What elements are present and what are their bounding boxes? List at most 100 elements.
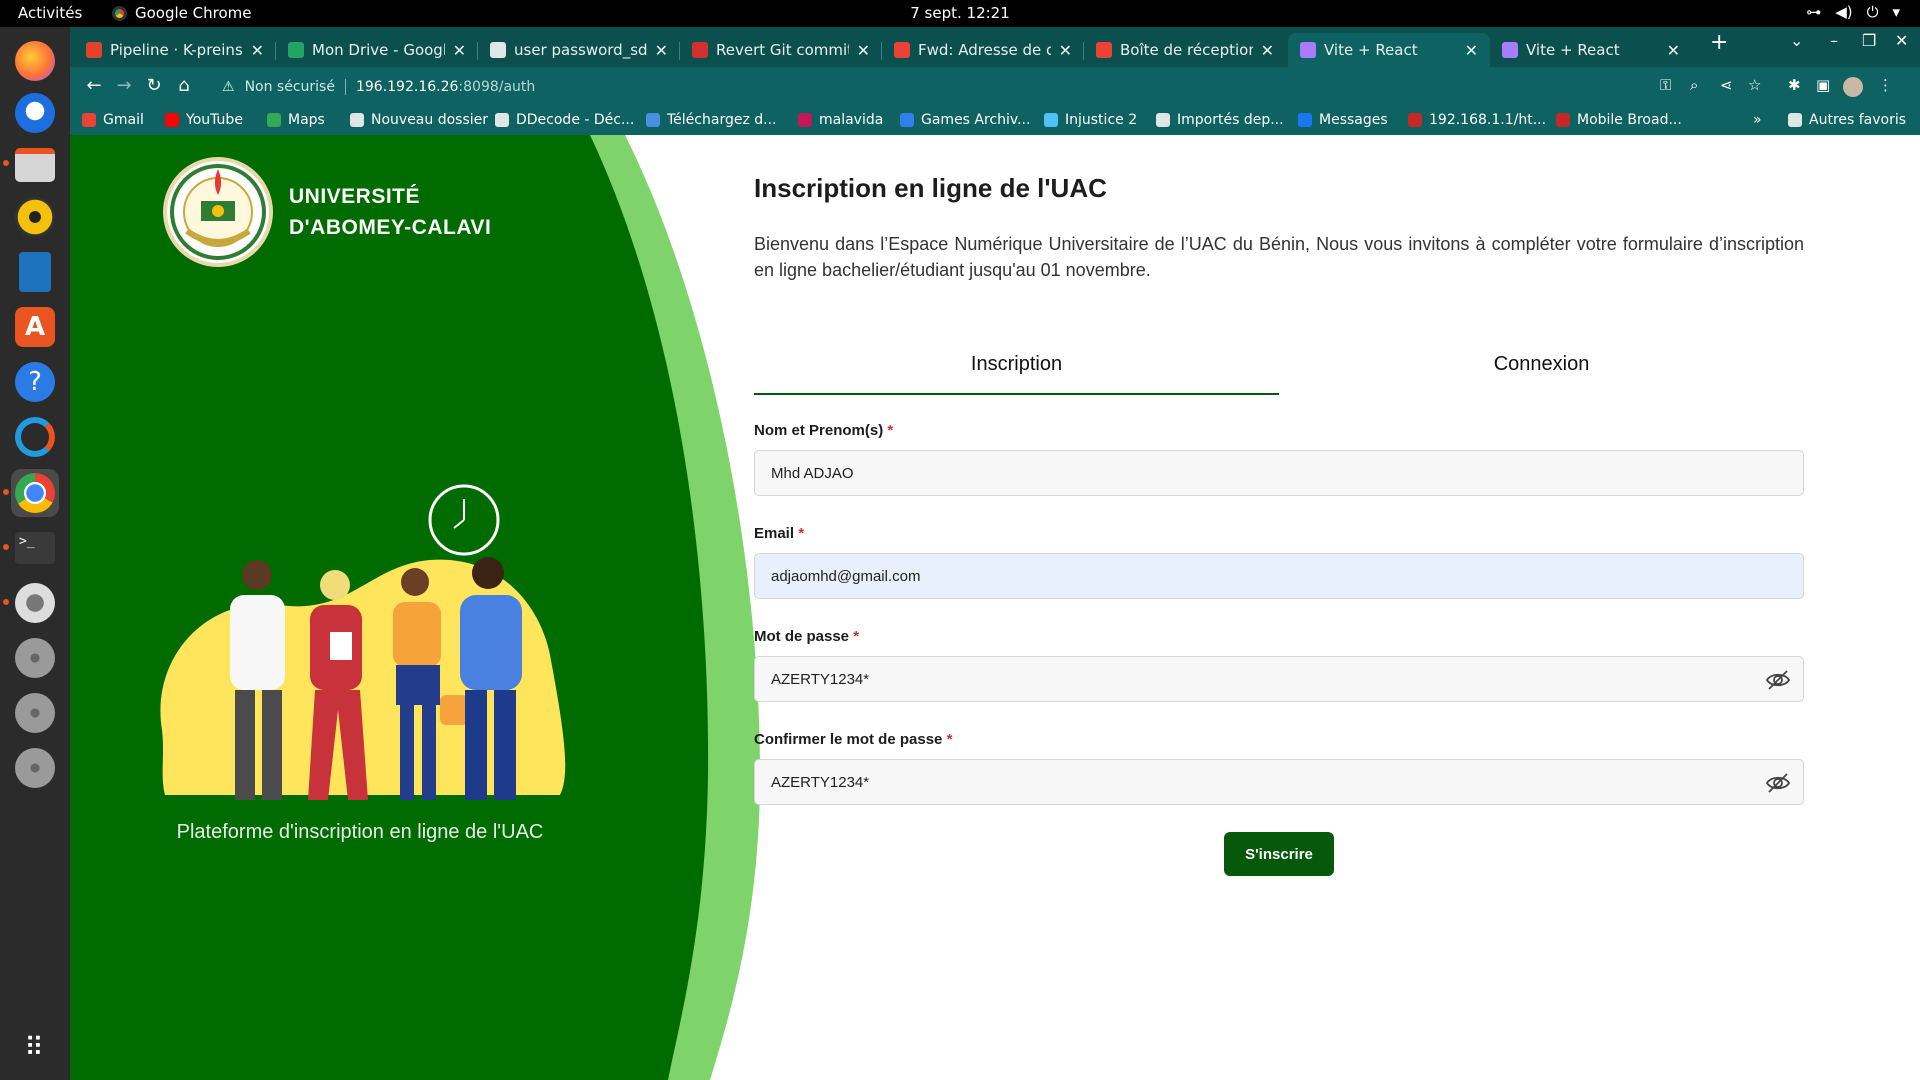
password-input[interactable]: AZERTY1234*	[754, 656, 1804, 702]
confirm-password-input[interactable]: AZERTY1234*	[754, 759, 1804, 805]
security-status[interactable]: Non sécurisé	[245, 79, 335, 95]
email-input[interactable]: adjaomhd@gmail.com	[754, 553, 1804, 599]
writer-launcher[interactable]	[11, 248, 59, 296]
minimize-button[interactable]: –	[1830, 31, 1838, 50]
system-tray[interactable]: ⊶ ◀) ⏻ ▾	[1806, 3, 1900, 21]
close-tab-icon[interactable]: ✕	[453, 41, 466, 60]
close-tab-icon[interactable]: ✕	[251, 41, 264, 60]
share-icon[interactable]: ⋖	[1720, 76, 1733, 94]
app-menu[interactable]: Google Chrome	[112, 4, 252, 22]
bookmark-item[interactable]: Messages	[1298, 112, 1388, 128]
bookmark-favicon-icon	[350, 113, 364, 127]
network-icon: ⊶	[1806, 3, 1822, 21]
bookmark-item[interactable]: Importés dep...	[1156, 112, 1284, 128]
bookmark-item[interactable]: YouTube	[165, 112, 243, 128]
disk-launcher-3[interactable]	[11, 744, 59, 792]
software-launcher[interactable]: A	[11, 303, 59, 351]
url-path: :8098/auth	[458, 79, 536, 95]
help-launcher[interactable]: ?	[11, 358, 59, 406]
back-button[interactable]: ←	[82, 75, 106, 96]
sync-launcher[interactable]	[11, 413, 59, 461]
folder-icon	[1788, 113, 1802, 127]
side-panel-icon[interactable]: ▣	[1816, 76, 1830, 94]
tab-connexion[interactable]: Connexion	[1279, 335, 1804, 395]
bookmark-item[interactable]: DDecode - Déc...	[495, 112, 634, 128]
thunderbird-launcher[interactable]	[11, 89, 59, 137]
tab-title: Revert Git commit : r	[716, 41, 849, 59]
clock[interactable]: 7 sept. 12:21	[910, 4, 1010, 22]
close-tab-icon[interactable]: ✕	[1667, 41, 1680, 60]
rhythmbox-launcher[interactable]	[11, 193, 59, 241]
bookmark-item[interactable]: Nouveau dossier	[350, 112, 488, 128]
show-apps-button[interactable]: ⠿	[11, 1024, 59, 1072]
register-button[interactable]: S'inscrire	[1224, 832, 1334, 876]
bookmark-item[interactable]: Téléchargez d...	[646, 112, 776, 128]
reload-button[interactable]: ↻	[142, 75, 166, 96]
activities-button[interactable]: Activités	[18, 4, 82, 22]
close-tab-icon[interactable]: ✕	[1059, 41, 1072, 60]
close-tab-icon[interactable]: ✕	[655, 41, 668, 60]
ubuntu-dock: A ? >_ ⠿	[0, 27, 70, 1080]
close-window-button[interactable]: ✕	[1895, 31, 1908, 50]
university-seal-icon	[170, 164, 266, 260]
bookmark-item[interactable]: Maps	[267, 112, 325, 128]
extensions-icon[interactable]: ✱	[1788, 76, 1801, 94]
confirm-password-label-text: Confirmer le mot de passe	[754, 731, 943, 748]
new-tab-button[interactable]: +	[1710, 30, 1728, 55]
zoom-icon[interactable]: ⌕	[1690, 76, 1698, 94]
close-tab-icon[interactable]: ✕	[1261, 41, 1274, 60]
eye-slash-icon[interactable]	[1765, 770, 1791, 796]
bookmark-item[interactable]: malavida	[798, 112, 883, 128]
browser-tab[interactable]: Boîte de réception (✕	[1084, 33, 1286, 67]
tab-inscription[interactable]: Inscription	[754, 335, 1279, 395]
browser-tab[interactable]: Pipeline · K-preinscri ✕	[74, 33, 276, 67]
tab-favicon-icon	[1096, 42, 1112, 58]
bookmark-label: YouTube	[186, 112, 243, 128]
key-icon[interactable]: ⚿	[1660, 76, 1671, 94]
files-launcher[interactable]	[11, 141, 59, 189]
other-bookmarks[interactable]: Autres favoris	[1788, 112, 1906, 128]
clock-icon	[428, 484, 500, 556]
bookmark-item[interactable]: 192.168.1.1/ht...	[1408, 112, 1546, 128]
tab-title: user password_sdep	[514, 41, 647, 59]
settings-launcher[interactable]	[11, 579, 59, 627]
forward-button[interactable]: →	[112, 75, 136, 96]
required-mark: *	[853, 628, 860, 645]
other-bookmarks-label: Autres favoris	[1809, 112, 1907, 128]
disk-launcher-1[interactable]	[11, 634, 59, 682]
chrome-icon	[112, 5, 127, 21]
bookmark-item[interactable]: Injustice 2	[1044, 112, 1137, 128]
browser-tab[interactable]: Vite + React ✕	[1288, 33, 1490, 67]
tab-search-button[interactable]: ⌄	[1790, 31, 1803, 50]
bookmark-item[interactable]: Mobile Broad...	[1556, 112, 1682, 128]
name-input[interactable]: Mhd ADJAO	[754, 450, 1804, 496]
chrome-launcher[interactable]	[11, 469, 59, 517]
browser-tab[interactable]: Mon Drive - Google D ✕	[276, 33, 478, 67]
bookmark-star-icon[interactable]: ☆	[1748, 76, 1761, 94]
required-mark: *	[946, 731, 953, 748]
email-input-value: adjaomhd@gmail.com	[771, 567, 921, 585]
eye-slash-icon[interactable]	[1765, 667, 1791, 693]
bookmark-item[interactable]: Games Archiv...	[900, 112, 1030, 128]
address-bar[interactable]: ⚠ Non sécurisé 196.192.16.26:8098/auth	[210, 71, 1770, 103]
firefox-launcher[interactable]	[11, 37, 59, 85]
tab-title: Fwd: Adresse de co	[918, 41, 1051, 59]
browser-tab[interactable]: user password_sdep ✕	[478, 33, 680, 67]
home-button[interactable]: ⌂	[172, 75, 196, 96]
menu-icon[interactable]: ⋮	[1878, 76, 1893, 94]
browser-tab[interactable]: Revert Git commit : r ✕	[680, 33, 882, 67]
browser-tab[interactable]: Fwd: Adresse de co ✕	[882, 33, 1084, 67]
maximize-button[interactable]: ❐	[1862, 31, 1876, 50]
close-tab-icon[interactable]: ✕	[857, 41, 870, 60]
close-tab-icon[interactable]: ✕	[1465, 41, 1478, 60]
browser-tab[interactable]: Vite + React ✕	[1490, 33, 1692, 67]
bookmark-item[interactable]: Gmail	[82, 112, 144, 128]
profile-avatar[interactable]	[1843, 77, 1863, 97]
terminal-launcher[interactable]: >_	[11, 524, 59, 572]
bookmarks-overflow-button[interactable]: »	[1753, 112, 1762, 128]
running-indicator	[3, 599, 9, 605]
disk-launcher-2[interactable]	[11, 689, 59, 737]
university-brand: UNIVERSITÉ D'ABOMEY-CALAVI	[163, 157, 491, 267]
running-indicator	[3, 489, 9, 495]
web-page: UNIVERSITÉ D'ABOMEY-CALAVI Plateforme d'…	[70, 135, 1920, 1080]
